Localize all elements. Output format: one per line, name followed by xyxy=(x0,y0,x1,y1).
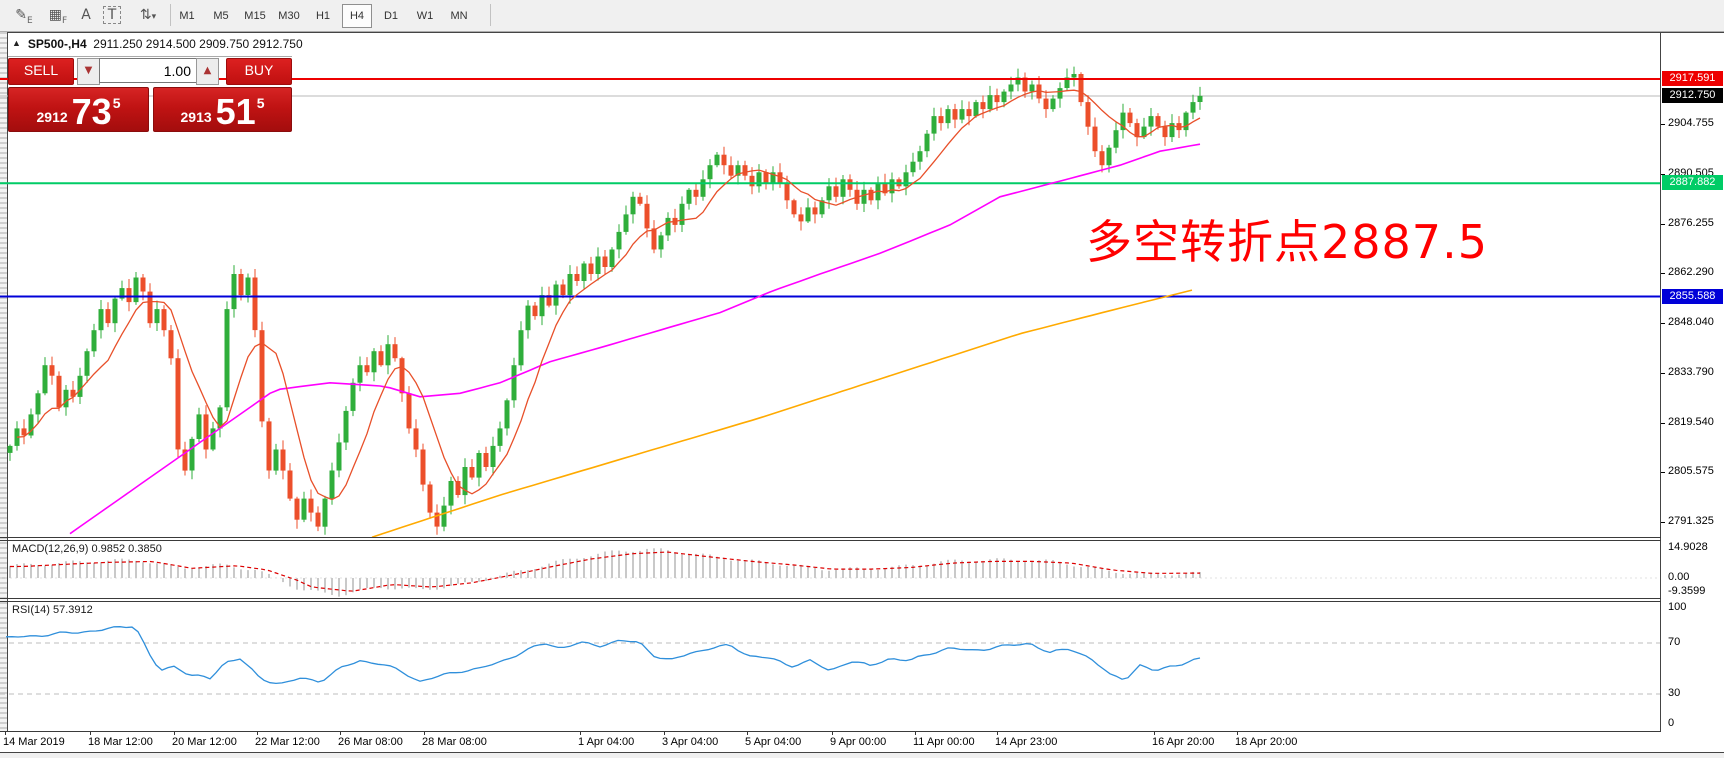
sell-price-display[interactable]: 2912735 xyxy=(8,87,149,132)
price-tick-label: 2876.255 xyxy=(1668,217,1714,229)
draw-tool-icon[interactable]: ✎E xyxy=(8,3,40,27)
time-tick-mark xyxy=(1237,732,1238,735)
time-axis[interactable]: 14 Mar 2019 18 Mar 12:00 20 Mar 12:00 22 Ma… xyxy=(0,732,1724,752)
price-tick-mark xyxy=(1661,373,1665,374)
buy-price-sup: 5 xyxy=(257,95,265,111)
buy-price-big: 51 xyxy=(216,96,256,128)
price-tick-mark xyxy=(1661,472,1665,473)
timeframe-W1[interactable]: W1 xyxy=(410,4,440,28)
buy-button[interactable]: BUY xyxy=(226,58,292,85)
price-tick-label: 2904.755 xyxy=(1668,117,1714,129)
timeframe-D1[interactable]: D1 xyxy=(376,4,406,28)
sort-dropdown-icon[interactable]: ⇅▾ xyxy=(130,3,166,27)
toolbar-separator xyxy=(170,4,171,26)
time-tick-label: 9 Apr 00:00 xyxy=(830,736,886,748)
price-tick-mark xyxy=(1661,273,1665,274)
time-tick-label: 18 Apr 20:00 xyxy=(1235,736,1297,748)
price-tick-label: 2819.540 xyxy=(1668,416,1714,428)
rsi-axis-label: 0 xyxy=(1668,717,1674,729)
time-tick-mark xyxy=(257,732,258,735)
timeframe-M5[interactable]: M5 xyxy=(206,4,236,28)
volume-increment-button[interactable]: ▲ xyxy=(196,58,219,85)
price-badge: 2855.588 xyxy=(1662,289,1723,304)
toolbar: ✎E ▦F A T ⇅▾ M1M5M15M30H1H4D1W1MN xyxy=(0,0,1724,32)
price-tick-mark xyxy=(1661,423,1665,424)
time-tick-mark xyxy=(1154,732,1155,735)
buy-price-display[interactable]: 2913515 xyxy=(153,87,292,132)
timeframe-MN[interactable]: MN xyxy=(444,4,474,28)
price-tick-label: 2862.290 xyxy=(1668,266,1714,278)
macd-axis-label: -9.3599 xyxy=(1668,585,1705,597)
time-tick-mark xyxy=(915,732,916,735)
time-tick-label: 18 Mar 12:00 xyxy=(88,736,153,748)
price-tick-label: 2833.790 xyxy=(1668,366,1714,378)
price-tick-mark xyxy=(1661,522,1665,523)
window-edge xyxy=(0,753,1724,758)
buy-price-base: 2913 xyxy=(181,109,212,125)
time-tick-label: 3 Apr 04:00 xyxy=(662,736,718,748)
timeframe-M15[interactable]: M15 xyxy=(240,4,270,28)
price-tick-mark xyxy=(1661,323,1665,324)
price-badge: 2917.591 xyxy=(1662,71,1723,86)
volume-decrement-button[interactable]: ▼ xyxy=(77,58,100,85)
volume-input[interactable] xyxy=(99,58,197,83)
timeframe-M1[interactable]: M1 xyxy=(172,4,202,28)
price-tick-label: 2848.040 xyxy=(1668,316,1714,328)
time-tick-mark xyxy=(340,732,341,735)
timeframe-H1[interactable]: H1 xyxy=(308,4,338,28)
price-tick-label: 2805.575 xyxy=(1668,465,1714,477)
price-tick-label: 2791.325 xyxy=(1668,515,1714,527)
text-label-tool-icon[interactable]: A xyxy=(76,3,96,27)
sell-price-big: 73 xyxy=(72,96,112,128)
time-tick-label: 16 Apr 20:00 xyxy=(1152,736,1214,748)
time-tick-mark xyxy=(747,732,748,735)
pane-separator[interactable] xyxy=(0,537,1724,538)
rsi-label: RSI(14) 57.3912 xyxy=(12,604,93,616)
time-tick-label: 14 Mar 2019 xyxy=(3,736,65,748)
time-tick-mark xyxy=(997,732,998,735)
pane-separator[interactable] xyxy=(0,598,1724,599)
grid-tool-icon[interactable]: ▦F xyxy=(44,3,72,27)
macd-axis-label: 0.00 xyxy=(1668,571,1689,583)
time-tick-label: 28 Mar 08:00 xyxy=(422,736,487,748)
textbox-tool-icon[interactable]: T xyxy=(100,3,124,27)
macd-label: MACD(12,26,9) 0.9852 0.3850 xyxy=(12,543,162,555)
price-axis[interactable]: 2904.7552890.5052876.2552862.2902848.040… xyxy=(1661,33,1724,752)
price-tick-mark xyxy=(1661,124,1665,125)
price-badge: 2887.882 xyxy=(1662,175,1723,190)
trading-app-window: ✎E ▦F A T ⇅▾ M1M5M15M30H1H4D1W1MN ▲SP500… xyxy=(0,0,1724,758)
rsi-pane[interactable] xyxy=(0,602,1660,731)
time-tick-mark xyxy=(424,732,425,735)
time-tick-mark xyxy=(580,732,581,735)
time-tick-label: 5 Apr 04:00 xyxy=(745,736,801,748)
sell-price-sup: 5 xyxy=(113,95,121,111)
macd-pane[interactable] xyxy=(0,541,1660,598)
time-tick-mark xyxy=(174,732,175,735)
time-tick-mark xyxy=(664,732,665,735)
timeframe-H4[interactable]: H4 xyxy=(342,4,372,28)
sell-button[interactable]: SELL xyxy=(8,58,74,85)
timeframe-M30[interactable]: M30 xyxy=(274,4,304,28)
time-tick-label: 22 Mar 12:00 xyxy=(255,736,320,748)
time-tick-mark xyxy=(90,732,91,735)
chart-annotation-text: 多空转折点2887.5 xyxy=(1086,206,1488,272)
rsi-axis-label: 30 xyxy=(1668,687,1680,699)
time-tick-mark xyxy=(5,732,6,735)
time-tick-label: 20 Mar 12:00 xyxy=(172,736,237,748)
price-tick-mark xyxy=(1661,224,1665,225)
time-tick-label: 14 Apr 23:00 xyxy=(995,736,1057,748)
time-tick-mark xyxy=(832,732,833,735)
time-tick-label: 11 Apr 00:00 xyxy=(913,736,975,748)
rsi-axis-label: 100 xyxy=(1668,601,1686,613)
time-tick-label: 26 Mar 08:00 xyxy=(338,736,403,748)
toolbar-separator xyxy=(490,4,491,26)
macd-axis-label: 14.9028 xyxy=(1668,541,1708,553)
price-badge: 2912.750 xyxy=(1662,88,1723,103)
time-tick-label: 1 Apr 04:00 xyxy=(578,736,634,748)
sell-price-base: 2912 xyxy=(37,109,68,125)
rsi-axis-label: 70 xyxy=(1668,636,1680,648)
